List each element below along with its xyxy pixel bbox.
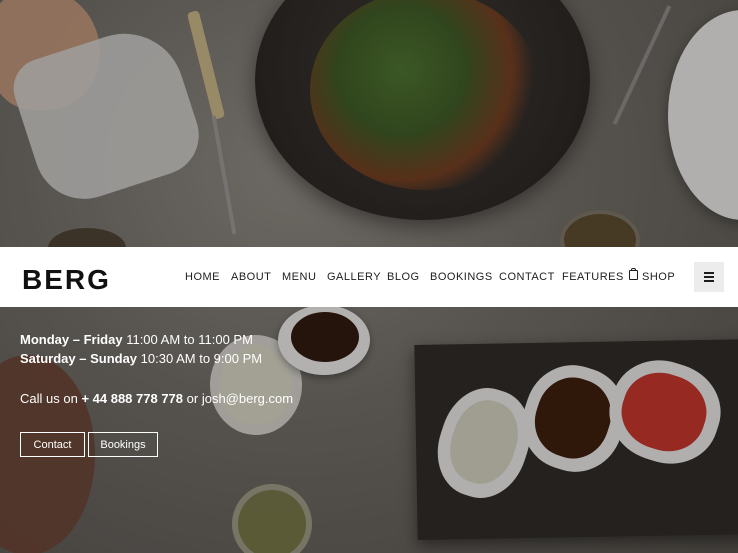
contact-line: Call us on + 44 888 778 778 or josh@berg… [20,391,293,406]
call-joiner: or [186,391,199,406]
hours-days: Monday – Friday [20,332,123,347]
nav-item-contact[interactable]: CONTACT [499,270,555,284]
bookings-button[interactable]: Bookings [88,432,158,457]
nav-item-shop[interactable]: SHOP [629,268,676,284]
nav-item-features[interactable]: FEATURES [562,270,624,284]
hamburger-icon [704,272,714,274]
main-nav: HOME ABOUT MENU GALLERY BLOG BOOKINGS CO… [0,268,738,284]
hours-days: Saturday – Sunday [20,351,138,366]
nav-item-bookings[interactable]: BOOKINGS [430,270,493,284]
nav-item-shop-label: SHOP [642,271,676,283]
call-prefix: Call us on [20,391,78,406]
hours-time: 10:30 AM to 9:00 PM [140,351,263,366]
nav-item-home[interactable]: HOME [185,270,220,284]
hours-row: Saturday – Sunday 10:30 AM to 9:00 PM [20,349,262,368]
hours-row: Monday – Friday 11:00 AM to 11:00 PM [20,330,262,349]
phone-link[interactable]: + 44 888 778 778 [81,391,183,406]
nav-item-gallery[interactable]: GALLERY [327,270,381,284]
hamburger-icon [704,276,714,278]
contact-button[interactable]: Contact [20,432,85,457]
shopping-bag-icon [629,268,638,280]
hours-time: 11:00 AM to 11:00 PM [126,332,253,347]
email-link[interactable]: josh@berg.com [202,391,293,406]
hamburger-icon [704,280,714,282]
menu-toggle-button[interactable] [694,262,724,292]
nav-item-menu[interactable]: MENU [282,270,316,284]
opening-hours: Monday – Friday 11:00 AM to 11:00 PM Sat… [20,330,262,368]
nav-item-blog[interactable]: BLOG [387,270,420,284]
nav-item-about[interactable]: ABOUT [231,270,271,284]
